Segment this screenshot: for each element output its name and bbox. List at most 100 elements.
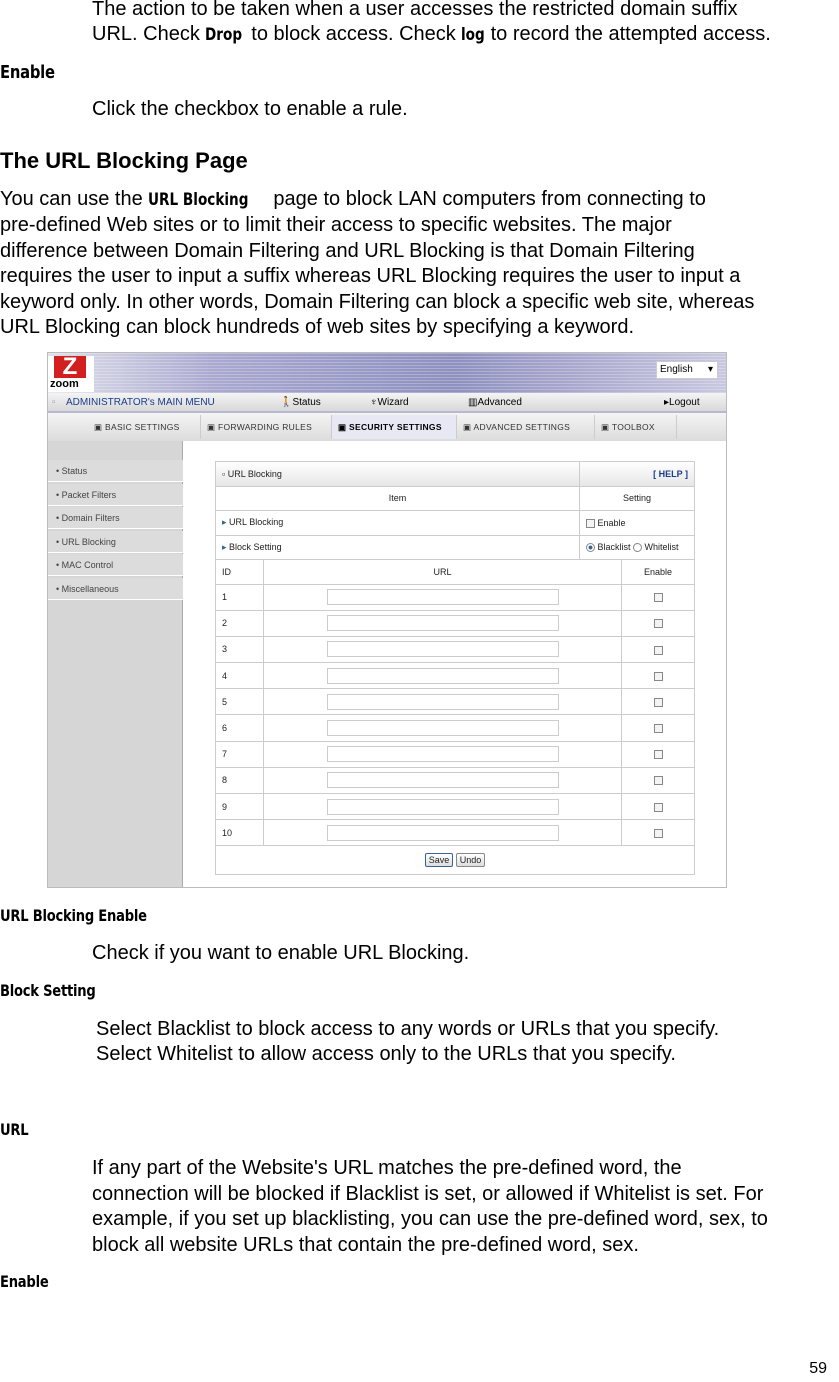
tab-basic-settings[interactable]: ▣ BASIC SETTINGS <box>88 415 201 439</box>
undo-button[interactable]: Undo <box>455 853 486 868</box>
label: URL Blocking <box>229 517 284 528</box>
main-menu-bar: ▫ ADMINISTRATOR's MAIN MENU 🚶 Status ♆ W… <box>48 393 726 413</box>
row-enable-checkbox[interactable] <box>653 724 663 734</box>
sidebar-item-mac-control[interactable]: • MAC Control <box>48 554 183 577</box>
table-row: 3 <box>215 635 695 664</box>
url-desc-line: If any part of the Website's URL matches… <box>92 1157 682 1179</box>
tab-security-settings[interactable]: ▣ SECURITY SETTINGS <box>332 415 457 439</box>
tab-icon: ▣ <box>207 422 216 432</box>
menu-logout[interactable]: ▸ Logout <box>664 393 700 413</box>
save-button[interactable]: Save <box>424 853 454 868</box>
label: Domain Filters <box>61 513 120 524</box>
text: You can use the <box>0 188 149 210</box>
log-term: log <box>461 25 486 45</box>
url-input[interactable] <box>326 720 559 737</box>
menu-wizard[interactable]: ♆ Wizard <box>370 393 409 413</box>
tab-label: SECURITY SETTINGS <box>349 422 442 432</box>
label: Block Setting <box>229 541 282 552</box>
tab-bar: ▣ BASIC SETTINGS ▣ FORWARDING RULES ▣ SECU… <box>48 413 726 441</box>
enable-label: Enable <box>597 517 626 528</box>
sidebar-item-status[interactable]: • Status <box>48 460 183 482</box>
label: Miscellaneous <box>61 584 119 594</box>
row-enable-checkbox[interactable] <box>653 802 663 812</box>
zoom-logo: Zzoom <box>48 355 94 392</box>
url-input[interactable] <box>326 667 559 684</box>
tab-forwarding-rules[interactable]: ▣ FORWARDING RULES <box>201 415 332 439</box>
language-select[interactable]: English ▾ <box>656 361 718 379</box>
row-id: 7 <box>215 740 264 768</box>
url-input[interactable] <box>326 615 559 632</box>
block-setting-desc-1: Select Blacklist to block access to any … <box>96 1018 720 1040</box>
url-input[interactable] <box>326 772 559 789</box>
tab-icon: ▣ <box>94 422 103 432</box>
row-id: 4 <box>215 662 264 690</box>
row-enable-checkbox[interactable] <box>653 697 663 707</box>
url-input[interactable] <box>326 824 559 841</box>
section-para-line: difference between Domain Filtering and … <box>0 239 695 262</box>
help-link[interactable]: [ HELP ] <box>578 461 696 487</box>
row-id: 5 <box>215 688 264 716</box>
id-header: ID <box>215 559 264 585</box>
row-id: 6 <box>215 714 264 742</box>
row-enable-checkbox[interactable] <box>653 593 663 603</box>
panel-title: URL Blocking <box>227 468 282 479</box>
url-blocking-enable-heading: URL Blocking Enable <box>0 906 147 925</box>
table-row: 2 <box>215 609 695 637</box>
tab-label: ADVANCED SETTINGS <box>473 422 571 432</box>
url-input[interactable] <box>326 798 559 815</box>
url-desc-line: example, if you set up blacklisting, you… <box>92 1208 768 1231</box>
page-number: 59 <box>809 1360 827 1377</box>
url-input[interactable] <box>326 746 559 763</box>
logo-z: Z <box>54 355 86 379</box>
row-enable-checkbox[interactable] <box>653 619 663 629</box>
blacklist-label: Blacklist <box>597 542 631 553</box>
url-blocking-label: ▸ URL Blocking <box>215 510 580 536</box>
tab-advanced-settings[interactable]: ▣ ADVANCED SETTINGS <box>457 415 595 439</box>
whitelist-label: Whitelist <box>644 542 679 553</box>
text: page to block LAN computers from connect… <box>267 188 706 210</box>
sidebar-item-domain-filters[interactable]: • Domain Filters <box>48 507 183 530</box>
url-header: URL <box>263 559 622 585</box>
table-row: 4 <box>215 662 695 690</box>
enable-desc: Click the checkbox to enable a rule. <box>92 98 408 120</box>
label: Wizard <box>377 397 409 408</box>
section-para-line: keyword only. In other words, Domain Fil… <box>0 290 755 313</box>
panel-title-row: ▫ URL Blocking <box>215 461 580 487</box>
url-input[interactable] <box>326 641 559 658</box>
row-enable-checkbox[interactable] <box>653 750 663 760</box>
text: to block access. Check <box>245 23 462 45</box>
row-id: 10 <box>215 819 264 847</box>
sidebar-item-miscellaneous[interactable]: • Miscellaneous <box>48 578 183 600</box>
row-enable-checkbox[interactable] <box>653 828 663 838</box>
row-enable-checkbox[interactable] <box>653 671 663 681</box>
enable-header: Enable <box>621 559 695 585</box>
url-input[interactable] <box>326 589 559 606</box>
tab-toolbox[interactable]: ▣ TOOLBOX <box>595 415 677 439</box>
label: Packet Filters <box>61 489 117 500</box>
text: to record the attempted access. <box>485 23 771 45</box>
table-row: 8 <box>215 766 695 795</box>
row-id: 8 <box>215 766 264 795</box>
chevron-down-icon: ▾ <box>707 364 713 375</box>
menu-status[interactable]: 🚶 Status <box>280 393 321 413</box>
label: Logout <box>669 397 700 408</box>
url-input[interactable] <box>326 693 559 710</box>
tab-label: FORWARDING RULES <box>218 422 313 432</box>
sidebar-item-url-blocking[interactable]: • URL Blocking <box>48 530 183 553</box>
table-row: 7 <box>215 740 695 768</box>
url-blocking-screenshot: Zzoom English ▾ ▫ ADMINISTRATOR's MAIN ME… <box>47 352 727 888</box>
tab-label: BASIC SETTINGS <box>105 422 180 432</box>
setting-header: Setting <box>578 485 696 511</box>
menu-advanced[interactable]: ▥ Advanced <box>468 393 522 413</box>
whitelist-radio[interactable] <box>633 543 643 553</box>
blacklist-radio[interactable] <box>585 543 595 553</box>
url-desc-line: block all website URLs that contain the … <box>92 1233 639 1256</box>
row-enable-checkbox[interactable] <box>653 776 663 786</box>
block-setting-desc-2: Select Whitelist to allow access only to… <box>96 1043 676 1065</box>
row-id: 9 <box>215 792 264 821</box>
enable-checkbox[interactable] <box>585 518 595 528</box>
square-icon: ▫ <box>52 397 56 408</box>
row-enable-checkbox[interactable] <box>653 645 663 655</box>
url-blocking-term: URL Blocking <box>148 190 249 210</box>
sidebar-item-packet-filters[interactable]: • Packet Filters <box>48 483 183 506</box>
